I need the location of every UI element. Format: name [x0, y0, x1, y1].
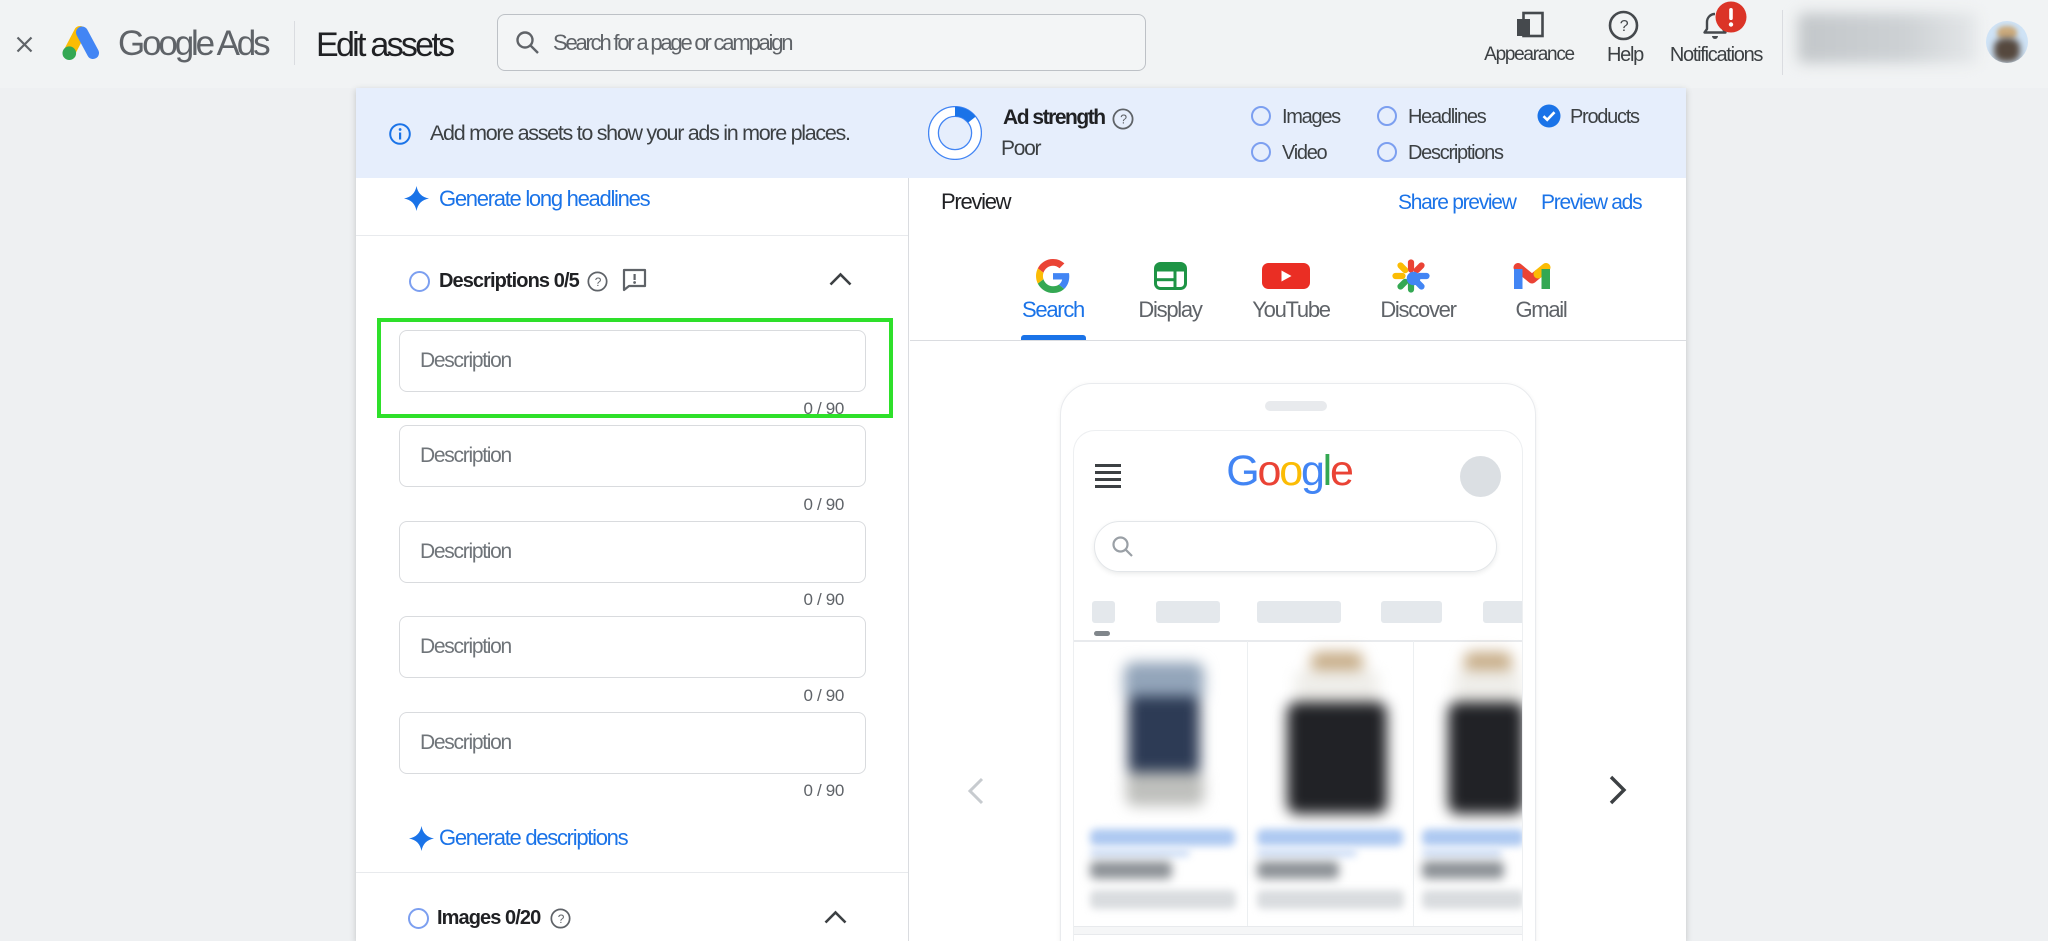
svg-text:?: ? — [595, 275, 602, 289]
svg-text:?: ? — [558, 912, 565, 926]
svg-text:?: ? — [1120, 113, 1127, 127]
svg-text:?: ? — [1620, 18, 1629, 35]
